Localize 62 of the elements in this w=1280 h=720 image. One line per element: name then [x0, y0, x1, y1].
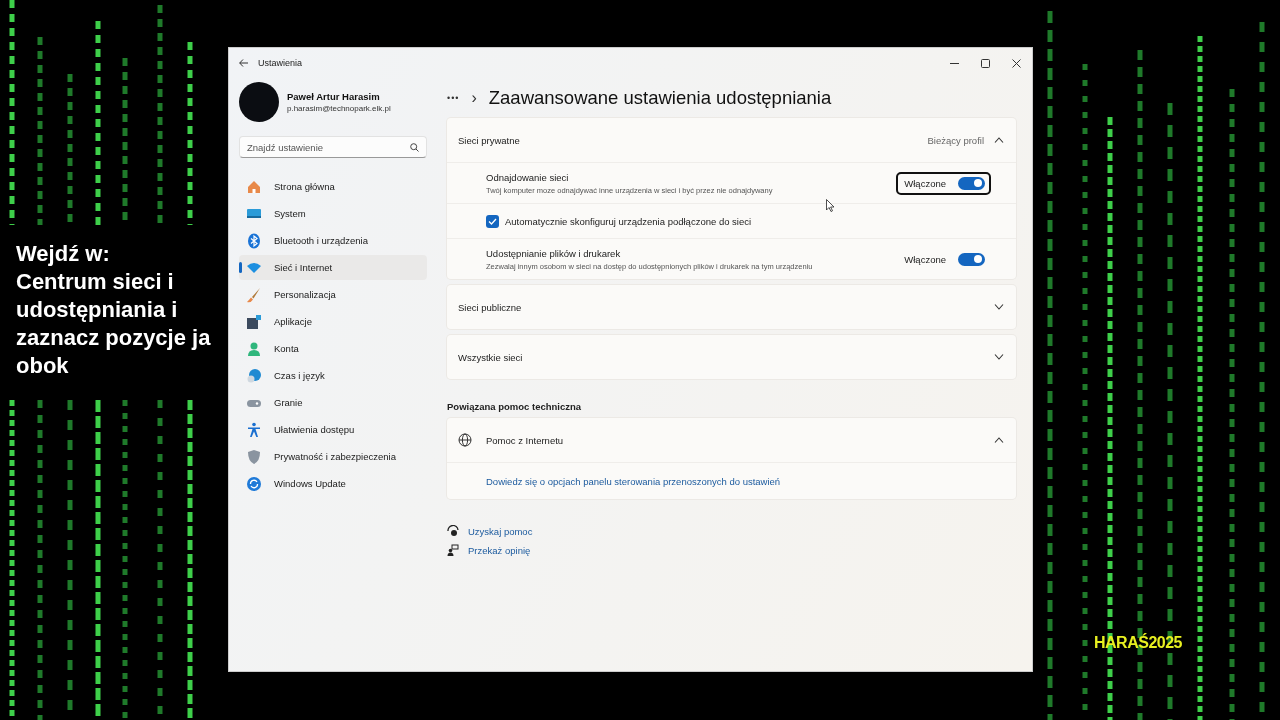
- sidebar-item[interactable]: Bluetooth i urządzenia: [239, 228, 427, 253]
- feedback-icon: [447, 544, 459, 556]
- setting-title: Odnajdowanie sieci: [486, 171, 570, 183]
- bluetooth-icon: [246, 232, 262, 249]
- globe-icon: [458, 433, 472, 447]
- back-arrow-icon[interactable]: [239, 59, 248, 67]
- help-link[interactable]: Dowiedz się o opcjach panelu sterowania przenoszonych do ustawień: [486, 475, 781, 487]
- minimize-icon[interactable]: [950, 62, 959, 64]
- profile-name: Paweł Artur Harasim: [287, 91, 381, 102]
- checkbox[interactable]: [486, 214, 499, 228]
- profile-email: p.harasim@technopark.elk.pl: [287, 104, 391, 113]
- toggle-switch[interactable]: [958, 252, 985, 266]
- chevron-down-icon[interactable]: [994, 304, 1004, 310]
- avatar[interactable]: [239, 82, 279, 122]
- chevron-up-icon[interactable]: [994, 137, 1004, 143]
- card-title: Sieci prywatne: [458, 134, 521, 146]
- globe-clock-icon: [246, 367, 262, 384]
- channel-badge-text: HARAŚ2025: [1094, 634, 1182, 652]
- footer-link[interactable]: Przekaż opinię: [468, 544, 531, 556]
- search-field[interactable]: Znajdź ustawienie: [239, 136, 427, 158]
- more-button[interactable]: •••: [447, 93, 460, 103]
- page-title: Zaawansowane ustawienia udostępniania: [488, 87, 832, 109]
- sidebar-item[interactable]: Windows Update: [239, 471, 427, 496]
- maximize-icon[interactable]: [981, 58, 990, 68]
- checkbox-label: Automatycznie skonfiguruj urządzenia podłączone do sieci: [505, 215, 752, 227]
- card-title: Wszystkie sieci: [458, 351, 524, 363]
- sidebar-item[interactable]: Strona główna: [239, 174, 427, 199]
- sidebar-item[interactable]: Granie: [239, 390, 427, 415]
- sidebar-item[interactable]: Czas i język: [239, 363, 427, 388]
- section-heading: Powiązana pomoc techniczna: [447, 401, 583, 412]
- toggle-switch[interactable]: [958, 176, 985, 190]
- sidebar-item[interactable]: Konta: [239, 336, 427, 361]
- breadcrumb-separator: ›: [471, 89, 477, 107]
- card-title: Pomoc z Internetu: [486, 434, 565, 446]
- close-icon[interactable]: [1012, 58, 1021, 68]
- shield-icon: [246, 448, 262, 465]
- focus-ring[interactable]: Włączone: [896, 171, 991, 195]
- chevron-up-icon[interactable]: [994, 437, 1004, 443]
- sidebar-item[interactable]: Aplikacje: [239, 309, 427, 334]
- apps-icon: [246, 313, 262, 330]
- sidebar-item[interactable]: Sieć i Internet: [239, 255, 427, 280]
- setting-title: Udostępnianie plików i drukarek: [486, 247, 622, 259]
- chevron-down-icon[interactable]: [994, 354, 1004, 360]
- sidebar-item[interactable]: Prywatność i zabezpieczenia: [239, 444, 427, 469]
- caption-text: Wejdź w: Centrum sieci i udostępniania i zaznacz pozycje ja obok: [16, 240, 212, 380]
- profile-note: Bieżący profil: [927, 134, 984, 146]
- sidebar-item[interactable]: Personalizacja: [239, 282, 427, 307]
- help-icon: [447, 525, 459, 537]
- toggle-control[interactable]: Włączone: [896, 247, 991, 271]
- sidebar-item[interactable]: System: [239, 201, 427, 226]
- search-icon[interactable]: [410, 143, 419, 152]
- house-icon: [246, 178, 262, 195]
- accessibility-icon: [246, 421, 262, 438]
- toggle-state-label: Włączone: [904, 253, 946, 265]
- mouse-pointer-icon: [826, 199, 835, 212]
- sync-icon: [246, 475, 262, 492]
- window-title: Ustawienia: [258, 58, 304, 68]
- card-title: Sieci publiczne: [458, 301, 523, 313]
- sidebar-item[interactable]: Ułatwienia dostępu: [239, 417, 427, 442]
- toggle-state-label: Włączone: [904, 177, 946, 189]
- footer-link[interactable]: Uzyskaj pomoc: [468, 525, 533, 537]
- person-icon: [246, 340, 262, 357]
